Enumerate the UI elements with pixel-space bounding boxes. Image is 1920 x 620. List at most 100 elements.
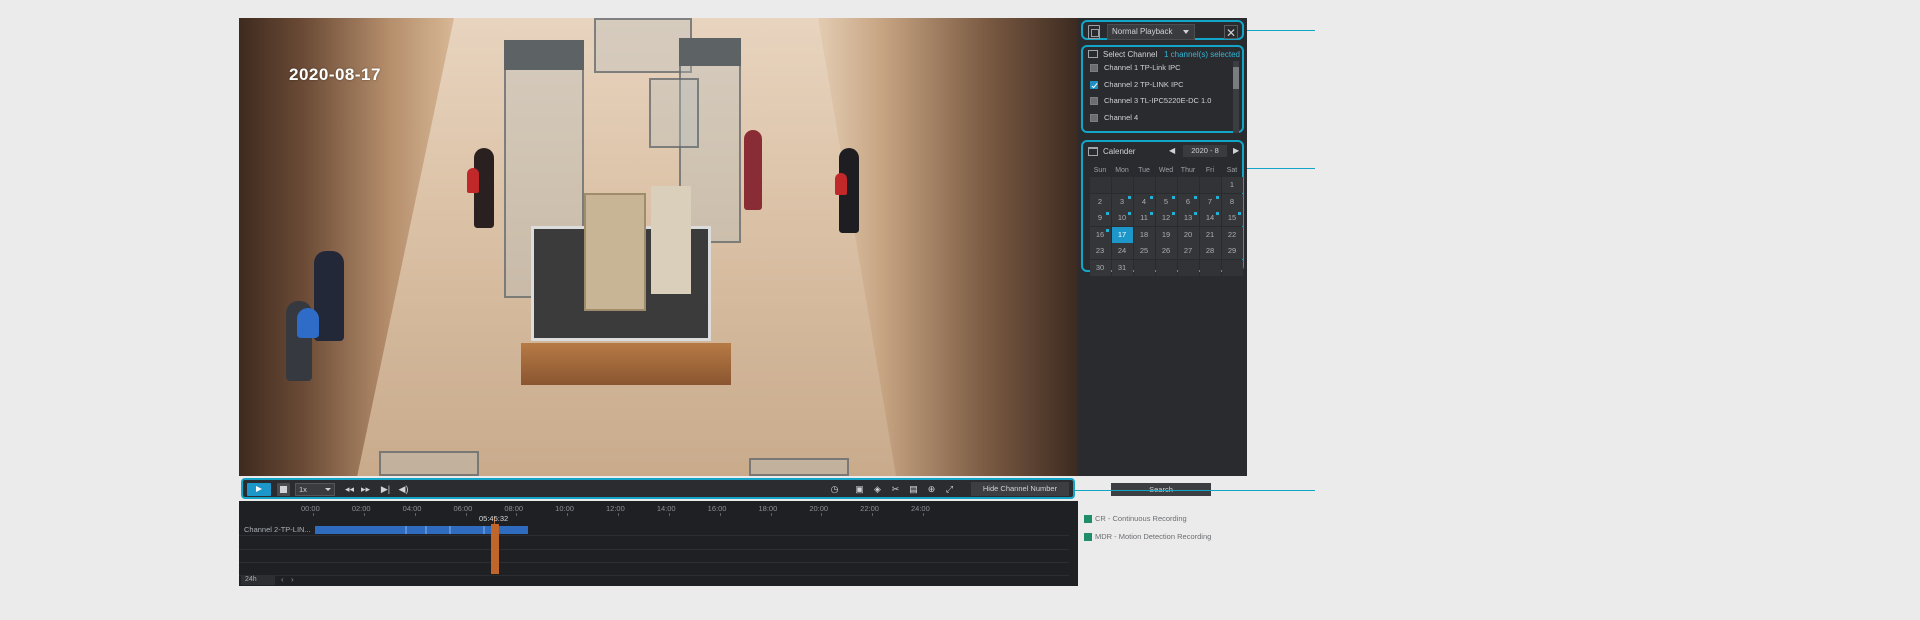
timeline-tick-label: 06:00 (453, 504, 473, 513)
visitor-backpack (835, 173, 847, 195)
calendar-day[interactable]: 11 (1133, 210, 1155, 226)
legend-cr-label: CR - Continuous Recording (1095, 514, 1187, 523)
calendar-day[interactable]: 6 (1177, 193, 1199, 210)
timeline-cursor[interactable] (491, 524, 499, 574)
timeline-tick-mark (872, 513, 874, 516)
rewind-30s-icon[interactable]: ◂◂ (343, 483, 356, 496)
calendar-day[interactable]: 12 (1155, 210, 1177, 226)
frame-step-icon[interactable]: ▶| (379, 483, 392, 496)
calendar-day[interactable]: 3 (1111, 193, 1133, 210)
zoom-icon[interactable]: ⊕ (925, 483, 938, 496)
timeline[interactable]: 00:00 02:00 04:00 06:00 08:00 10:00 12:00 14:00… (239, 501, 1078, 586)
timeline-tick-label: 20:00 (809, 504, 829, 513)
calendar-day[interactable]: 26 (1155, 243, 1177, 259)
calendar-day[interactable]: 22 (1221, 226, 1243, 243)
calendar-day[interactable]: 29 (1221, 243, 1243, 259)
calendar-day[interactable]: 16 (1089, 226, 1111, 243)
fullscreen-icon[interactable]: ⤢ (943, 483, 956, 496)
calendar-day[interactable]: 18 (1133, 226, 1155, 243)
sarcophagus (584, 193, 646, 311)
timeline-zoom-select[interactable]: 24h (241, 575, 275, 585)
legend-checkbox[interactable] (1084, 515, 1092, 524)
calendar-day[interactable]: 24 (1111, 243, 1133, 259)
calendar-day[interactable]: 23 (1089, 243, 1111, 259)
calendar-day[interactable]: 5 (1155, 193, 1177, 210)
legend-cr: CR - Continuous Recording (1084, 514, 1187, 524)
timeline-channel-label: Channel 2-TP-LIN... (244, 525, 311, 534)
calendar-empty-cell (1089, 177, 1111, 193)
timeline-row (239, 563, 1069, 576)
calendar-day[interactable]: 13 (1177, 210, 1199, 226)
stop-button[interactable] (277, 483, 290, 496)
timeline-tick-mark (618, 513, 619, 516)
playback-mode-header: Normal Playback ✕ (1081, 20, 1244, 40)
timeline-tick-mark (567, 513, 569, 516)
channel-label: Channel 1 TP-Link IPC (1104, 63, 1181, 72)
channel-item[interactable]: Channel 2 TP-LINK IPC (1087, 78, 1237, 92)
calendar-day[interactable]: 15 (1221, 210, 1243, 226)
calendar-day[interactable]: 8 (1221, 193, 1243, 210)
channel-item[interactable]: Channel 1 TP-Link IPC (1087, 61, 1237, 75)
camera-icon (1088, 50, 1098, 58)
recording-bar-segment (405, 526, 407, 534)
timeline-tick-label: 16:00 (707, 504, 727, 513)
calendar-day[interactable]: 1 (1221, 177, 1243, 193)
playback-mode-select[interactable]: Normal Playback (1107, 24, 1195, 40)
calendar-week: 9 10 11 12 13 14 15 (1089, 210, 1243, 226)
calendar-day[interactable]: 31 (1111, 259, 1133, 276)
calendar-day[interactable]: 21 (1199, 226, 1221, 243)
channel-checkbox[interactable] (1090, 97, 1098, 105)
calendar-week: 30 31 (1089, 259, 1243, 276)
calendar-weekday: Fri (1205, 167, 1215, 174)
calendar-day[interactable]: 2 (1089, 193, 1111, 210)
calendar-day[interactable]: 17 (1111, 226, 1133, 243)
calendar-day[interactable]: 9 (1089, 210, 1111, 226)
calendar-empty-cell (1199, 177, 1221, 193)
calendar-day[interactable]: 20 (1177, 226, 1199, 243)
video-viewport[interactable]: 2020-08-17 (239, 18, 1078, 476)
calendar-prev-button[interactable]: ◀ (1169, 146, 1175, 155)
legend-mdr-label: MDR - Motion Detection Recording (1095, 532, 1212, 541)
channel-item[interactable]: Channel 4 (1087, 111, 1237, 125)
clip-scissors-icon[interactable]: ✂ (889, 483, 902, 496)
calendar-day[interactable]: 4 (1133, 193, 1155, 210)
speed-select[interactable]: 1x (295, 483, 335, 496)
calendar-weekday: Tue (1138, 167, 1150, 174)
calendar-day[interactable]: 10 (1111, 210, 1133, 226)
calendar-day[interactable]: 25 (1133, 243, 1155, 259)
calendar-day[interactable]: 28 (1199, 243, 1221, 259)
calendar-weekday-row: Sun Mon Tue Wed Thur Fri Sat (1089, 165, 1243, 177)
volume-icon[interactable]: ◀) (397, 483, 410, 496)
channel-label: Channel 3 TL-IPC5220E-DC 1.0 (1104, 96, 1212, 105)
channel-checkbox[interactable] (1090, 113, 1098, 122)
tag-icon[interactable]: ◈ (871, 483, 884, 496)
lock-icon[interactable]: ▣ (853, 483, 866, 496)
recording-bar-segment (483, 526, 485, 534)
calendar-empty-cell (1133, 259, 1155, 276)
calendar-week: 2345678 (1089, 193, 1243, 210)
calendar-day[interactable]: 7 (1199, 193, 1221, 210)
channel-item[interactable]: Channel 3 TL-IPC5220E-DC 1.0 (1087, 94, 1237, 108)
legend-checkbox[interactable] (1084, 533, 1092, 542)
timeline-tick-label: 22:00 (860, 504, 879, 513)
calendar-day[interactable]: 14 (1199, 210, 1221, 226)
play-button[interactable] (247, 483, 271, 496)
scrollbar-thumb[interactable] (1233, 67, 1239, 89)
timeline-next-button[interactable]: › (291, 575, 294, 584)
clock-icon[interactable]: ◷ (828, 483, 841, 496)
channel-section-title: Select Channel (1103, 50, 1158, 59)
timeline-prev-button[interactable]: ‹ (281, 575, 284, 584)
channel-checkbox[interactable] (1090, 64, 1098, 72)
close-button[interactable]: ✕ (1224, 25, 1238, 40)
calendar-day[interactable]: 19 (1155, 226, 1177, 243)
channel-scrollbar[interactable] (1233, 61, 1239, 133)
calendar-next-button[interactable]: ▶ (1233, 146, 1239, 155)
channel-checkbox[interactable] (1090, 80, 1098, 89)
glass-case (649, 78, 699, 148)
calendar-day[interactable]: 30 (1089, 259, 1111, 276)
calendar-empty-cell (1155, 177, 1177, 193)
hide-channel-number-button[interactable]: Hide Channel Number (971, 482, 1069, 496)
calendar-day[interactable]: 27 (1177, 243, 1199, 259)
snapshot-icon[interactable]: ▤ (907, 483, 920, 496)
forward-30s-icon[interactable]: ▸▸ (359, 483, 372, 496)
